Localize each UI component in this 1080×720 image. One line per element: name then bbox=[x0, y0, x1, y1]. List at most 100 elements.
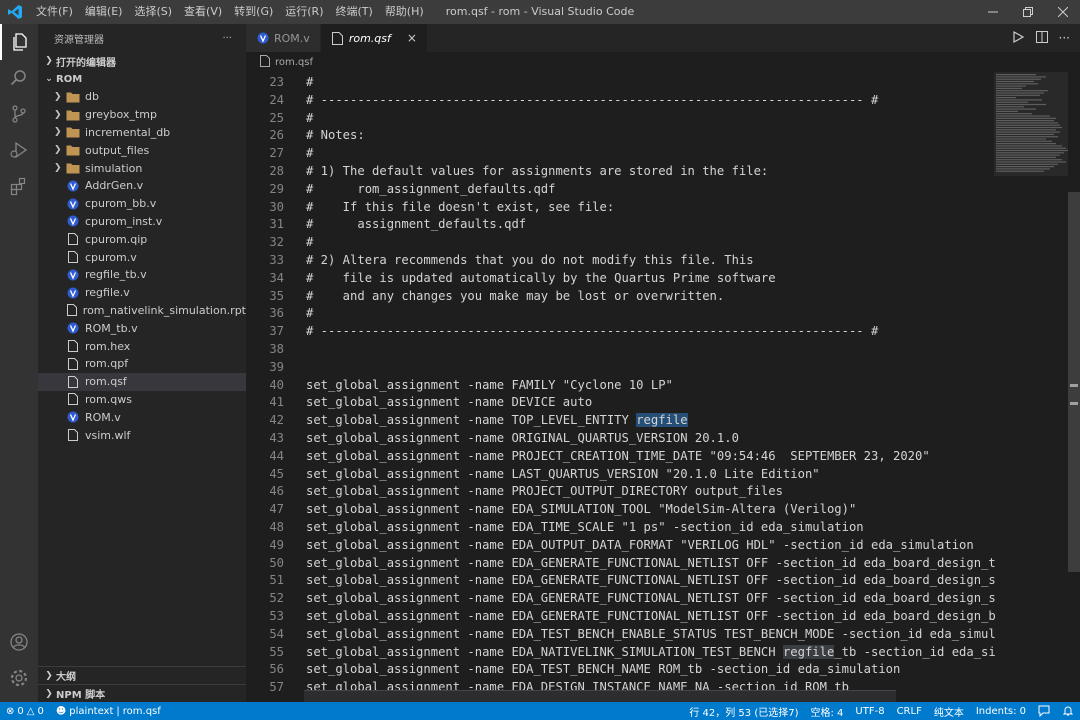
folder-item[interactable]: ❯ db bbox=[38, 88, 246, 106]
menu-go[interactable]: 转到(G) bbox=[228, 0, 279, 24]
file-label: rom.hex bbox=[85, 339, 131, 353]
code-line[interactable]: 32 # bbox=[246, 234, 996, 252]
notifications-bell-icon[interactable] bbox=[1056, 705, 1080, 717]
code-line[interactable]: 53 set_global_assignment -name EDA_GENERA… bbox=[246, 608, 996, 626]
file-item[interactable]: cpurom_bb.v bbox=[38, 195, 246, 213]
feedback-icon[interactable] bbox=[1032, 705, 1056, 717]
code-line[interactable]: 38 bbox=[246, 341, 996, 359]
code-line[interactable]: 49 set_global_assignment -name EDA_OUTPUT… bbox=[246, 537, 996, 555]
split-editor-icon[interactable] bbox=[1035, 30, 1049, 47]
line-text-content: set_global_assignment -name EDA_SIMULATI… bbox=[306, 502, 857, 517]
indents-indicator[interactable]: Indents: 0 bbox=[970, 706, 1032, 717]
open-editors-section[interactable]: ❯ 打开的编辑器 bbox=[38, 52, 246, 70]
code-line[interactable]: 44 set_global_assignment -name PROJECT_CR… bbox=[246, 448, 996, 466]
code-line[interactable]: 27 # bbox=[246, 145, 996, 163]
code-line[interactable]: 47 set_global_assignment -name EDA_SIMULA… bbox=[246, 501, 996, 519]
close-tab-icon[interactable]: × bbox=[407, 31, 417, 45]
file-item[interactable]: cpurom.v bbox=[38, 248, 246, 266]
code-line[interactable]: 48 set_global_assignment -name EDA_TIME_S… bbox=[246, 519, 996, 537]
code-line[interactable]: 23 # bbox=[246, 74, 996, 92]
code-line[interactable]: 30 # If this file doesn't exist, see file… bbox=[246, 199, 996, 217]
file-item[interactable]: cpurom_inst.v bbox=[38, 213, 246, 231]
root-folder-section[interactable]: ⌄ ROM bbox=[38, 70, 246, 88]
file-encoding[interactable]: UTF-8 bbox=[849, 706, 890, 717]
file-item[interactable]: regfile.v bbox=[38, 284, 246, 302]
code-line[interactable]: 56 set_global_assignment -name EDA_TEST_B… bbox=[246, 661, 996, 679]
language-indicator[interactable]: 纯文本 bbox=[928, 704, 970, 719]
menu-help[interactable]: 帮助(H) bbox=[379, 0, 430, 24]
more-actions-icon[interactable]: ··· bbox=[222, 33, 232, 44]
language-mode-indicator[interactable]: ☻ plaintext | rom.qsf bbox=[50, 706, 167, 717]
end-of-line[interactable]: CRLF bbox=[891, 706, 928, 717]
code-line[interactable]: 36 # bbox=[246, 305, 996, 323]
file-item[interactable]: rom.qws bbox=[38, 391, 246, 409]
account-icon[interactable] bbox=[0, 624, 38, 660]
settings-gear-icon[interactable] bbox=[0, 660, 38, 696]
file-item[interactable]: cpurom.qip bbox=[38, 230, 246, 248]
code-line[interactable]: 51 set_global_assignment -name EDA_GENERA… bbox=[246, 572, 996, 590]
code-line[interactable]: 43 set_global_assignment -name ORIGINAL_Q… bbox=[246, 430, 996, 448]
outline-section[interactable]: ❯ 大纲 bbox=[38, 666, 246, 684]
file-item[interactable]: rom_nativelink_simulation.rpt bbox=[38, 302, 246, 320]
more-editor-actions-icon[interactable]: ··· bbox=[1059, 31, 1070, 45]
menu-run[interactable]: 运行(R) bbox=[279, 0, 329, 24]
file-item[interactable]: vsim.wlf bbox=[38, 426, 246, 444]
run-icon[interactable] bbox=[1011, 30, 1025, 47]
menu-edit[interactable]: 编辑(E) bbox=[79, 0, 129, 24]
source-control-icon[interactable] bbox=[0, 96, 38, 132]
file-item[interactable]: rom.qpf bbox=[38, 355, 246, 373]
file-item[interactable]: AddrGen.v bbox=[38, 177, 246, 195]
explorer-icon[interactable] bbox=[0, 24, 38, 60]
restore-button[interactable] bbox=[1010, 0, 1045, 24]
folder-item[interactable]: ❯ greybox_tmp bbox=[38, 106, 246, 124]
code-line[interactable]: 34 # file is updated automatically by the… bbox=[246, 270, 996, 288]
search-icon[interactable] bbox=[0, 60, 38, 96]
indentation-spaces[interactable]: 空格: 4 bbox=[804, 704, 849, 719]
code-line[interactable]: 39 bbox=[246, 359, 996, 377]
scrollbar-thumb[interactable] bbox=[1068, 192, 1080, 572]
tab-rom-qsf[interactable]: rom.qsf × bbox=[320, 24, 428, 52]
cursor-position[interactable]: 行 42，列 53 (已选择7) bbox=[683, 704, 804, 719]
code-line[interactable]: 37 # ------------------------------------… bbox=[246, 323, 996, 341]
code-line[interactable]: 40 set_global_assignment -name FAMILY "Cy… bbox=[246, 377, 996, 395]
minimap[interactable] bbox=[994, 72, 1068, 176]
file-item[interactable]: regfile_tb.v bbox=[38, 266, 246, 284]
code-line[interactable]: 28 # 1) The default values for assignment… bbox=[246, 163, 996, 181]
extensions-icon[interactable] bbox=[0, 168, 38, 204]
code-line[interactable]: 25 # bbox=[246, 110, 996, 128]
code-line[interactable]: 29 # rom_assignment_defaults.qdf bbox=[246, 181, 996, 199]
file-item[interactable]: ROM.v bbox=[38, 408, 246, 426]
code-line[interactable]: 52 set_global_assignment -name EDA_GENERA… bbox=[246, 590, 996, 608]
file-item[interactable]: ROM_tb.v bbox=[38, 319, 246, 337]
menu-file[interactable]: 文件(F) bbox=[30, 0, 79, 24]
code-line[interactable]: 50 set_global_assignment -name EDA_GENERA… bbox=[246, 555, 996, 573]
run-debug-icon[interactable] bbox=[0, 132, 38, 168]
code-line[interactable]: 33 # 2) Altera recommends that you do not… bbox=[246, 252, 996, 270]
code-line[interactable]: 26 # Notes: bbox=[246, 127, 996, 145]
minimize-button[interactable] bbox=[975, 0, 1010, 24]
close-window-button[interactable] bbox=[1045, 0, 1080, 24]
code-line[interactable]: 54 set_global_assignment -name EDA_TEST_B… bbox=[246, 626, 996, 644]
code-line[interactable]: 42 set_global_assignment -name TOP_LEVEL_… bbox=[246, 412, 996, 430]
code-editor[interactable]: 23 #24 # ---------------------------------… bbox=[246, 72, 1080, 702]
code-line[interactable]: 45 set_global_assignment -name LAST_QUART… bbox=[246, 466, 996, 484]
folder-item[interactable]: ❯ simulation bbox=[38, 159, 246, 177]
code-line[interactable]: 41 set_global_assignment -name DEVICE aut… bbox=[246, 394, 996, 412]
vertical-scrollbar[interactable] bbox=[1068, 72, 1080, 702]
code-line[interactable]: 46 set_global_assignment -name PROJECT_OU… bbox=[246, 483, 996, 501]
problems-indicator[interactable]: ⊗ 0 △ 0 bbox=[0, 706, 50, 717]
npm-scripts-section[interactable]: ❯ NPM 脚本 bbox=[38, 684, 246, 702]
menu-terminal[interactable]: 终端(T) bbox=[330, 0, 379, 24]
code-line[interactable]: 55 set_global_assignment -name EDA_NATIVE… bbox=[246, 644, 996, 662]
code-line[interactable]: 35 # and any changes you make may be lost… bbox=[246, 288, 996, 306]
folder-item[interactable]: ❯ output_files bbox=[38, 141, 246, 159]
code-line[interactable]: 24 # ------------------------------------… bbox=[246, 92, 996, 110]
folder-item[interactable]: ❯ incremental_db bbox=[38, 124, 246, 142]
menu-view[interactable]: 查看(V) bbox=[178, 0, 228, 24]
code-line[interactable]: 31 # assignment_defaults.qdf bbox=[246, 216, 996, 234]
menu-selection[interactable]: 选择(S) bbox=[128, 0, 178, 24]
breadcrumb-file[interactable]: rom.qsf bbox=[275, 57, 313, 68]
tab-rom-v[interactable]: ROM.v bbox=[246, 24, 321, 52]
file-item[interactable]: rom.qsf bbox=[38, 372, 246, 391]
file-item[interactable]: rom.hex bbox=[38, 337, 246, 355]
